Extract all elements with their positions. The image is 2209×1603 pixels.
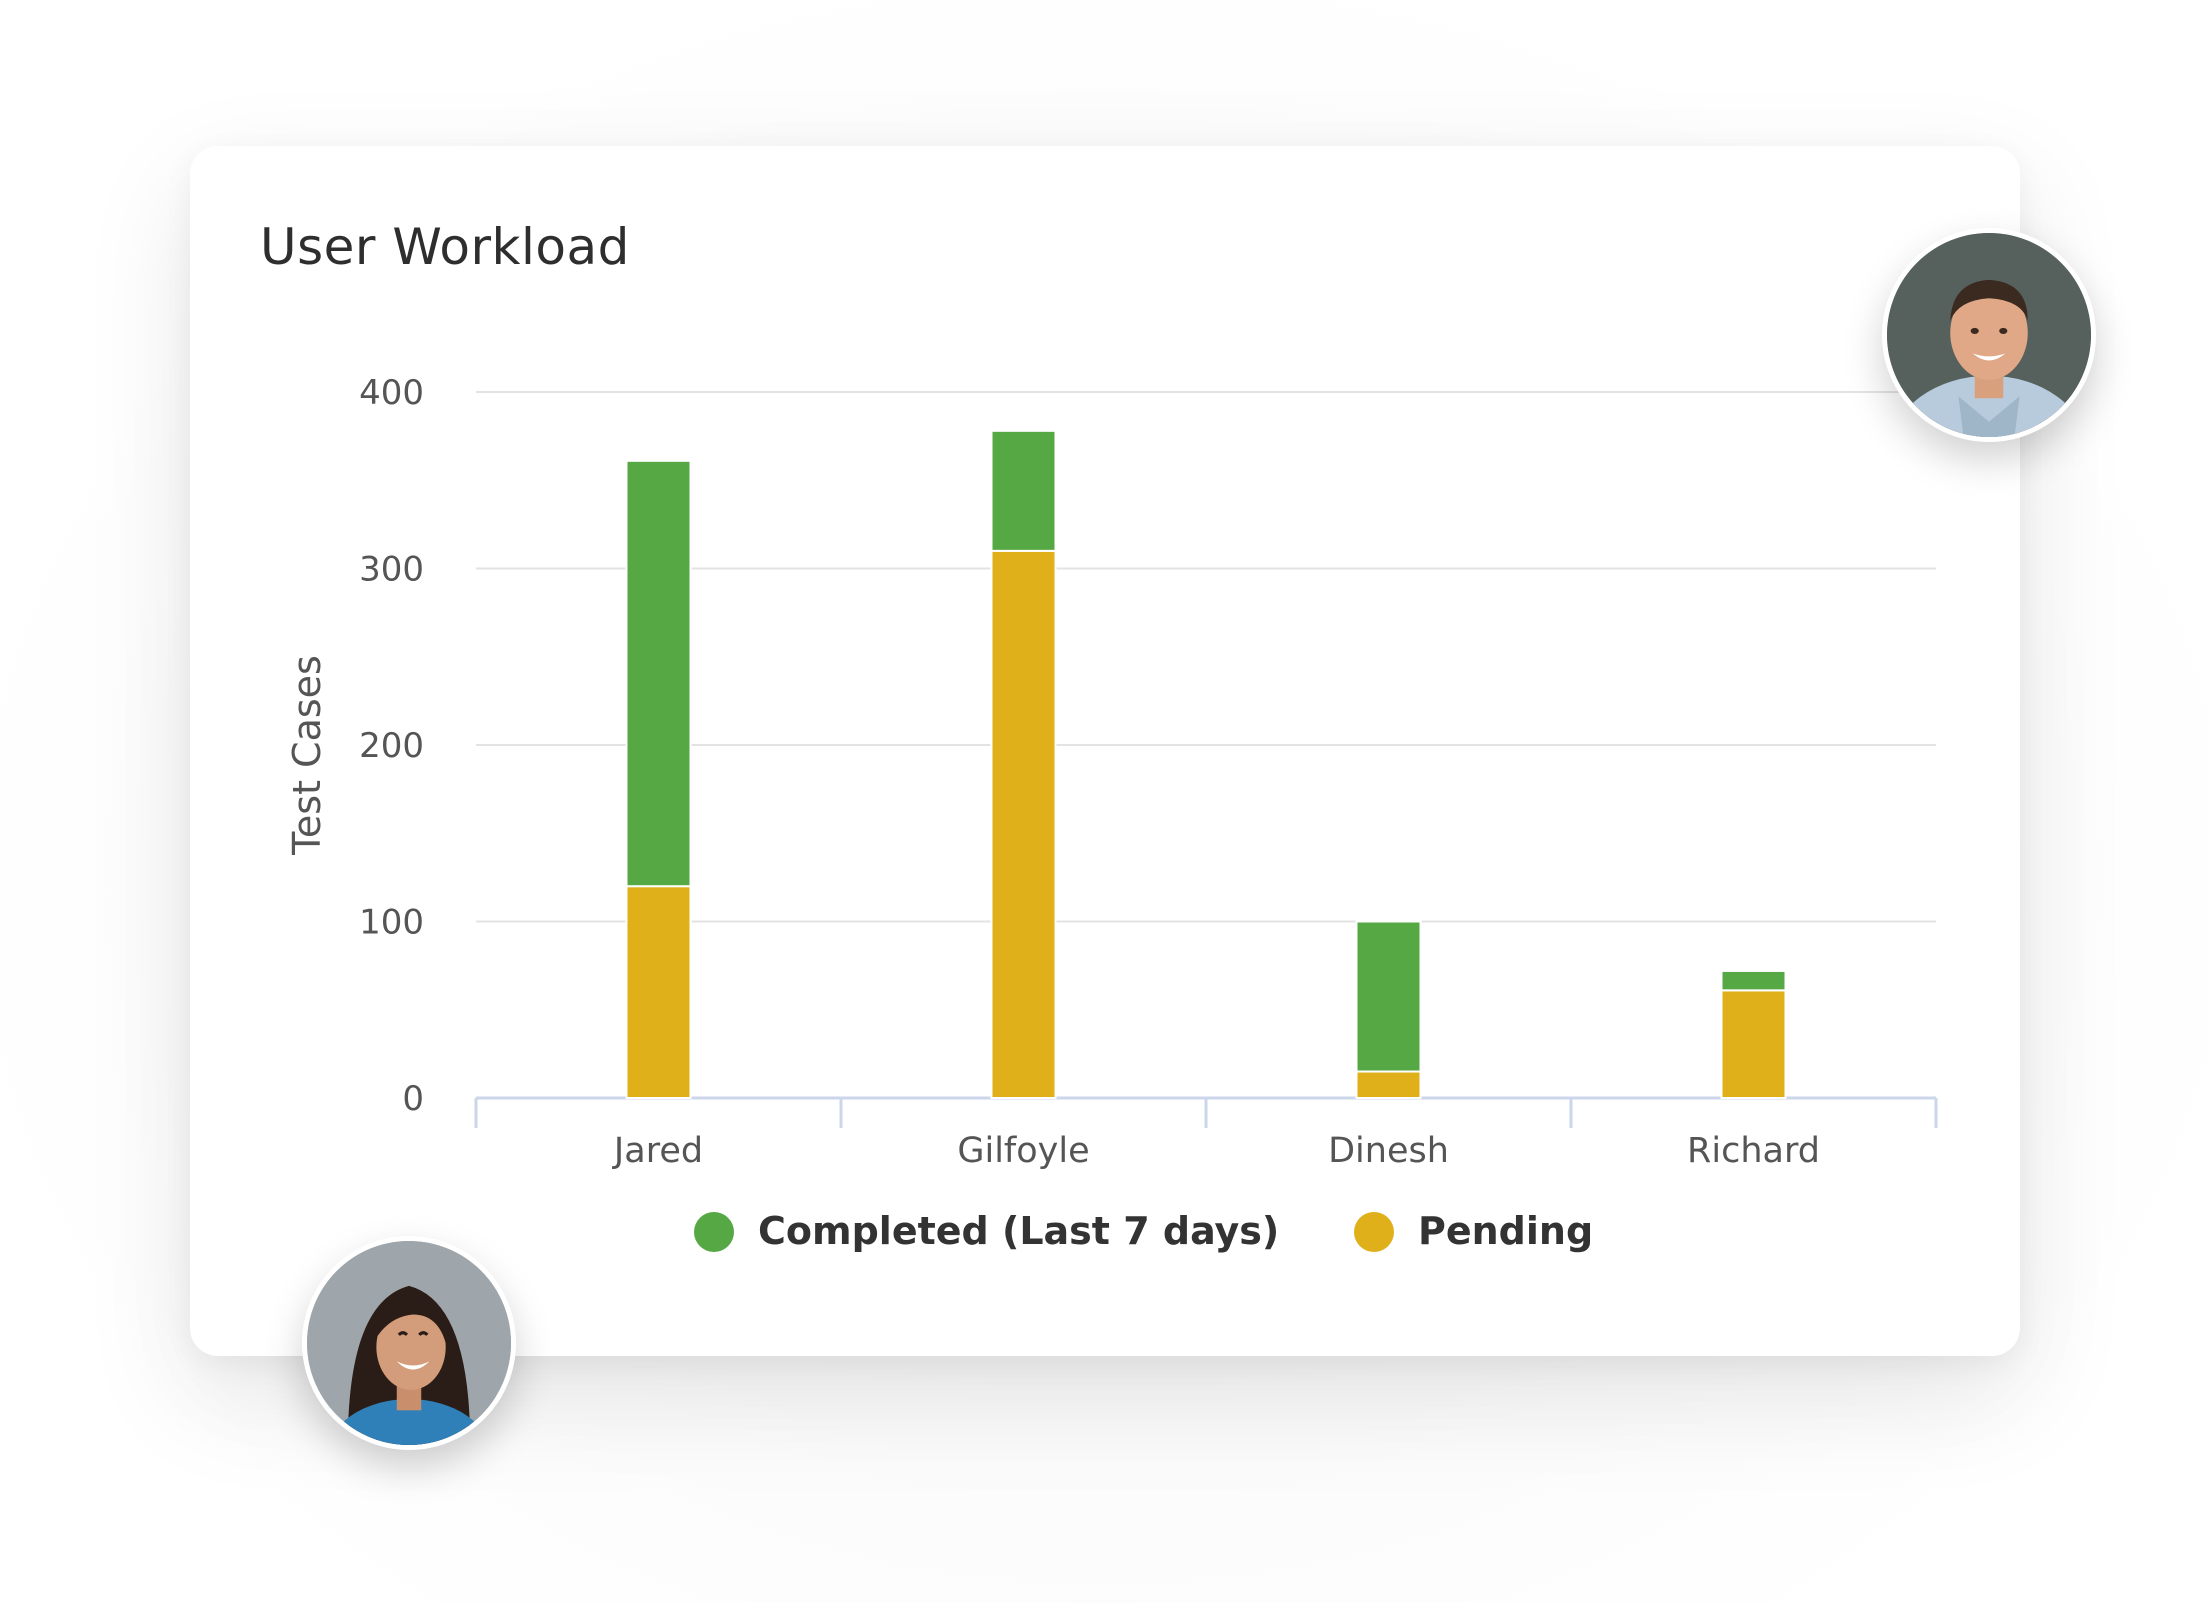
legend-marker xyxy=(1354,1212,1394,1252)
y-axis-label: Test Cases xyxy=(285,655,329,856)
x-tick-label: Dinesh xyxy=(1328,1131,1449,1171)
bar-gilfoyle-pending xyxy=(990,549,1057,1100)
y-tick-label: 200 xyxy=(359,726,424,766)
x-tick-label: Jared xyxy=(612,1131,703,1171)
user-workload-card: User Workload 0 100 200 300 400 Test Cases Jar… xyxy=(190,146,2020,1356)
stacked-bar-chart: 0 100 200 300 400 Test Cases Jared Gilfoyle Dine… xyxy=(285,373,1938,1253)
legend-label: Pending xyxy=(1418,1209,1593,1253)
avatar-woman xyxy=(302,1236,516,1450)
y-tick-label: 0 xyxy=(402,1079,424,1119)
bar-jared-pending xyxy=(625,885,692,1100)
y-tick-label: 400 xyxy=(359,373,424,413)
y-tick-label: 100 xyxy=(359,903,424,943)
stage: User Workload 0 100 200 300 400 Test Cases Jar… xyxy=(0,0,2209,1603)
woman-portrait-icon xyxy=(307,1241,511,1445)
x-tick-label: Gilfoyle xyxy=(957,1131,1089,1171)
bar-gilfoyle-completed xyxy=(990,429,1057,552)
bar-dinesh-completed xyxy=(1355,920,1422,1073)
avatar-man xyxy=(1882,228,2096,442)
bar-jared-completed xyxy=(625,459,692,888)
bar-dinesh-pending xyxy=(1355,1070,1422,1100)
legend-label: Completed (Last 7 days) xyxy=(758,1209,1279,1253)
bar-richard-pending xyxy=(1720,989,1787,1100)
man-portrait-icon xyxy=(1887,233,2091,437)
y-tick-label: 300 xyxy=(359,550,424,590)
bar-richard-completed xyxy=(1720,969,1787,992)
legend-marker xyxy=(694,1212,734,1252)
x-tick-label: Richard xyxy=(1687,1131,1820,1171)
